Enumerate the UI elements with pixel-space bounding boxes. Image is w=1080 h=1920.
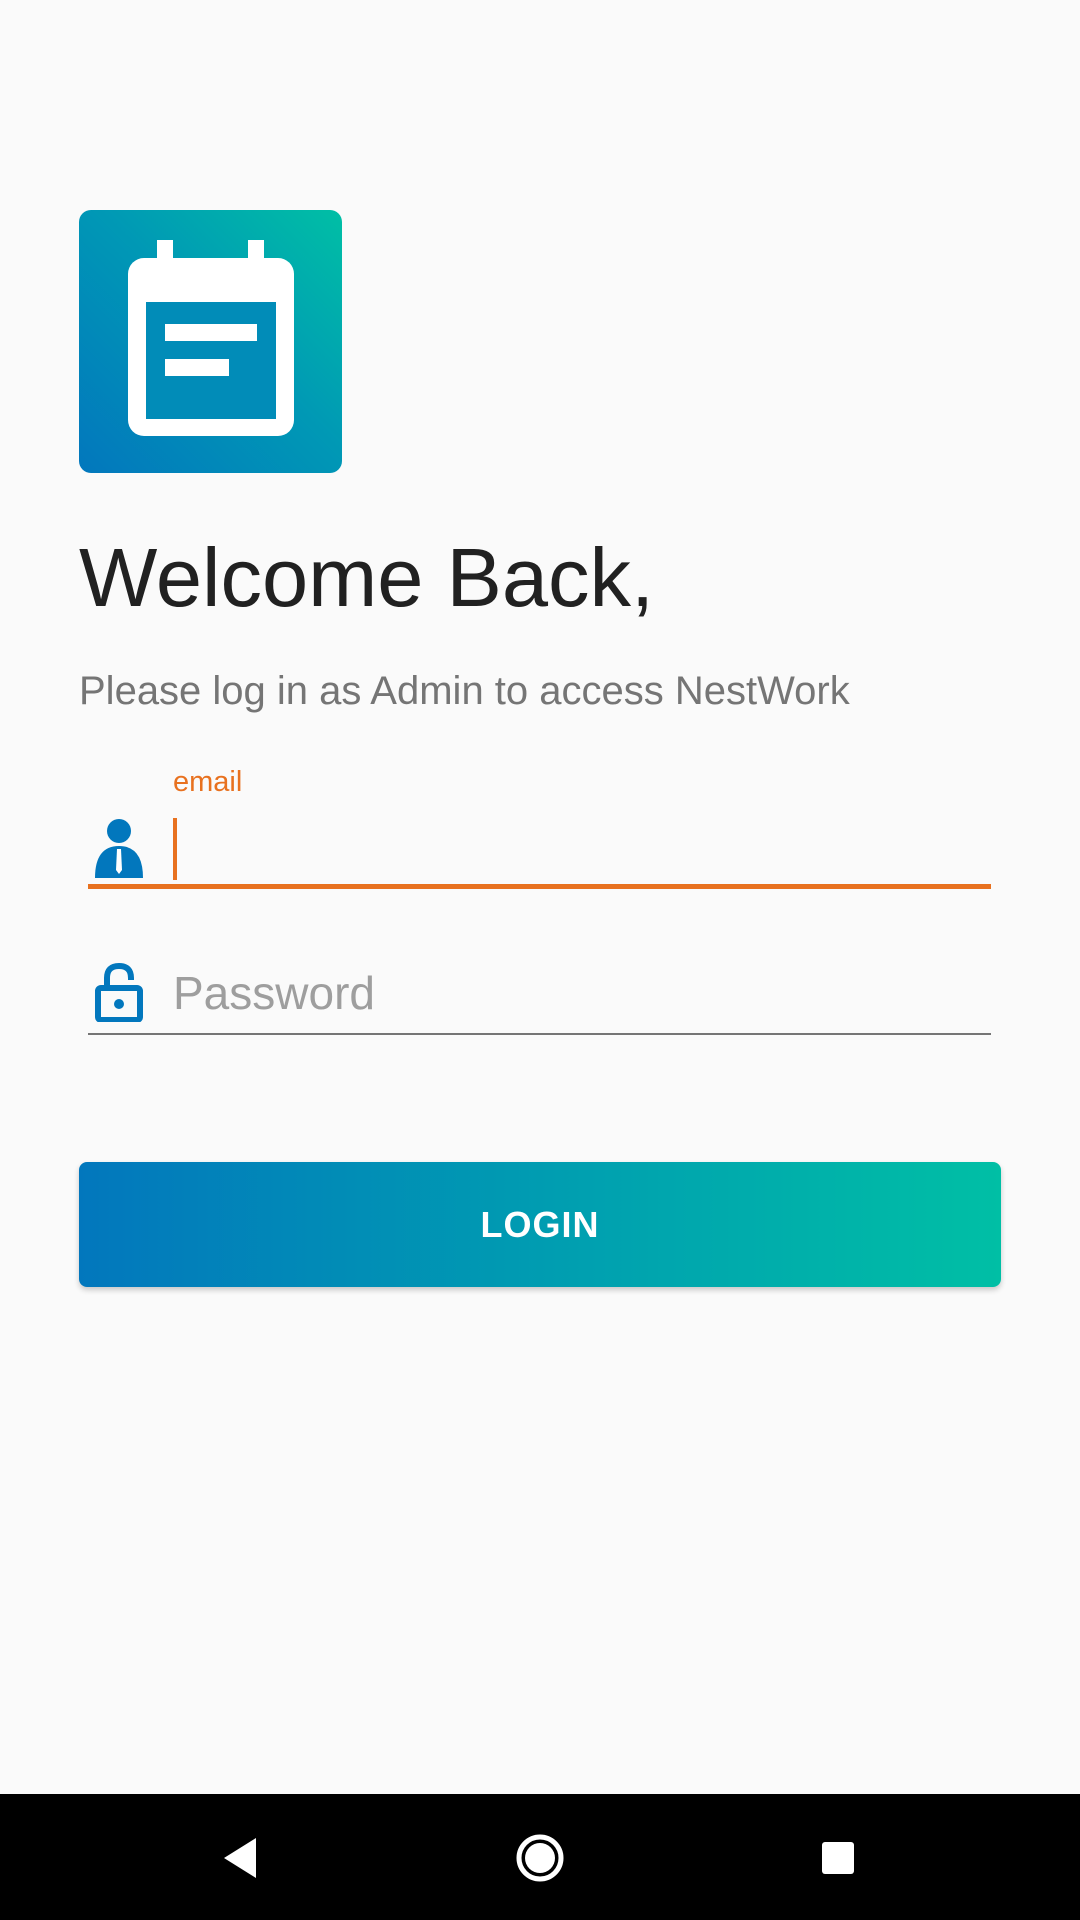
back-triangle-icon[interactable] <box>202 1820 282 1896</box>
email-field[interactable]: email <box>88 760 991 892</box>
password-field[interactable] <box>88 950 991 1038</box>
welcome-subtitle: Please log in as Admin to access NestWor… <box>79 669 850 713</box>
recents-square-icon[interactable] <box>798 1820 878 1896</box>
app-logo <box>79 210 342 473</box>
system-navigation-bar <box>0 1794 1080 1920</box>
home-circle-icon[interactable] <box>500 1820 580 1896</box>
lock-icon <box>95 962 143 1022</box>
email-floating-label: email <box>173 766 243 798</box>
email-underline <box>88 884 991 889</box>
user-icon <box>95 819 143 878</box>
calendar-icon <box>128 240 294 436</box>
login-button[interactable]: LOGIN <box>79 1162 1001 1287</box>
welcome-title: Welcome Back, <box>79 531 655 624</box>
password-input[interactable] <box>173 960 991 1026</box>
login-screen: Welcome Back, Please log in as Admin to … <box>0 0 1080 1920</box>
password-underline <box>88 1033 991 1035</box>
email-input[interactable] <box>173 816 991 882</box>
